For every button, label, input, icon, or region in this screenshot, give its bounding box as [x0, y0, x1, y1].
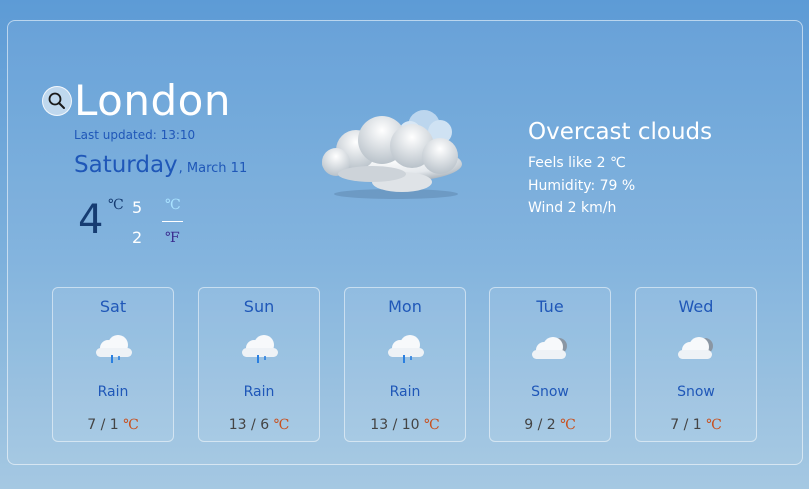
city-name: London [74, 76, 231, 125]
current-temperature: 4 [78, 197, 104, 243]
forecast-unit: ℃ [560, 417, 576, 433]
forecast-high: 7 [670, 417, 680, 433]
temp-separator: / [246, 417, 261, 433]
current-date: Saturday, March 11 [74, 152, 247, 178]
forecast-condition: Rain [97, 384, 129, 400]
forecast-day: Mon [388, 297, 422, 316]
temp-separator: / [96, 417, 110, 433]
forecast-condition: Rain [243, 384, 275, 400]
forecast-unit: ℃ [273, 417, 290, 433]
wind: Wind 2 km/h [528, 200, 617, 216]
forecast-unit: ℃ [706, 417, 722, 433]
forecast-high: 13 [228, 417, 247, 433]
snow-cloud-icon [532, 337, 567, 359]
forecast-condition: Snow [531, 384, 569, 400]
temp-separator: / [679, 417, 693, 433]
forecast-high: 9 [524, 417, 534, 433]
forecast-low: 1 [692, 417, 702, 433]
forecast-high: 13 [370, 417, 389, 433]
day-name: Saturday [74, 152, 178, 178]
feels-like: Feels like 2 ℃ [528, 155, 626, 171]
forecast-temp: 13 / 6 ℃ [199, 417, 319, 433]
forecast-card-sun[interactable]: Sun Rain 13 / 6 ℃ [198, 287, 320, 442]
forecast-temp: 13 / 10 ℃ [345, 417, 465, 433]
forecast-unit: ℃ [424, 417, 440, 433]
forecast-day: Wed [678, 297, 714, 316]
date-text: , March 11 [178, 161, 248, 176]
forecast-card-sat[interactable]: Sat Rain 7 / 1 ℃ [52, 287, 174, 442]
temp-separator: / [533, 417, 547, 433]
forecast-temp: 7 / 1 ℃ [53, 417, 173, 433]
forecast-unit: ℃ [123, 417, 139, 433]
forecast-low: 1 [109, 417, 119, 433]
forecast-low: 10 [401, 417, 420, 433]
search-icon [48, 92, 65, 109]
fahrenheit-toggle[interactable]: ℉ [165, 230, 180, 246]
forecast-temp: 7 / 1 ℃ [636, 417, 756, 433]
forecast-day: Tue [536, 297, 564, 316]
humidity: Humidity: 79 % [528, 178, 636, 194]
temperature-unit: ℃ [108, 197, 124, 213]
forecast-card-tue[interactable]: Tue Snow 9 / 2 ℃ [489, 287, 611, 442]
forecast-low: 2 [546, 417, 556, 433]
forecast-card-wed[interactable]: Wed Snow 7 / 1 ℃ [635, 287, 757, 442]
temp-max: 5 [132, 198, 143, 217]
forecast-day: Sat [99, 297, 127, 316]
forecast-card-mon[interactable]: Mon Rain 13 / 10 ℃ [344, 287, 466, 442]
forecast-temp: 9 / 2 ℃ [490, 417, 610, 433]
unit-divider [162, 221, 183, 222]
rain-cloud-icon [388, 335, 424, 363]
search-button[interactable] [42, 86, 72, 116]
celsius-toggle[interactable]: ℃ [165, 197, 181, 213]
temp-separator: / [388, 417, 402, 433]
forecast-condition: Snow [677, 384, 715, 400]
forecast-day: Sun [243, 297, 275, 316]
last-updated: Last updated: 13:10 [74, 128, 196, 142]
forecast-high: 7 [87, 417, 97, 433]
forecast-low: 6 [260, 417, 270, 433]
condition-text: Overcast clouds [528, 119, 713, 145]
snow-cloud-icon [678, 337, 713, 359]
temp-min: 2 [132, 228, 143, 247]
forecast-condition: Rain [389, 384, 421, 400]
rain-cloud-icon [242, 335, 278, 363]
overcast-clouds-icon [322, 110, 462, 199]
rain-cloud-icon [96, 335, 132, 363]
